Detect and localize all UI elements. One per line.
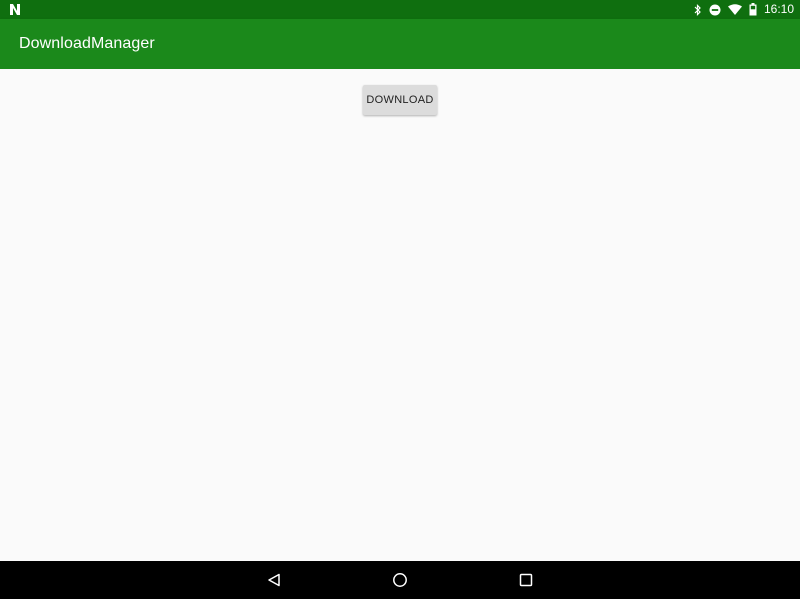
download-button[interactable]: DOWNLOAD [363,85,437,115]
recents-button[interactable] [506,561,546,599]
back-button[interactable] [254,561,294,599]
app-bar: DownloadManager [0,19,800,69]
back-icon [268,573,280,587]
wifi-icon [727,4,742,15]
battery-icon [749,3,757,16]
status-bar: 16:10 [0,0,800,19]
main-content: DOWNLOAD [0,69,800,561]
navigation-bar [0,561,800,599]
app-title: DownloadManager [19,35,155,52]
n-logo-icon [9,3,21,16]
bluetooth-icon [694,3,702,16]
do-not-disturb-icon [709,4,721,16]
status-time: 16:10 [763,2,794,16]
recents-icon [519,573,533,587]
android-screen: 16:10 DownloadManager DOWNLOAD [0,0,800,599]
home-button[interactable] [380,561,420,599]
home-icon [393,573,407,587]
status-icons: 16:10 [694,0,794,19]
